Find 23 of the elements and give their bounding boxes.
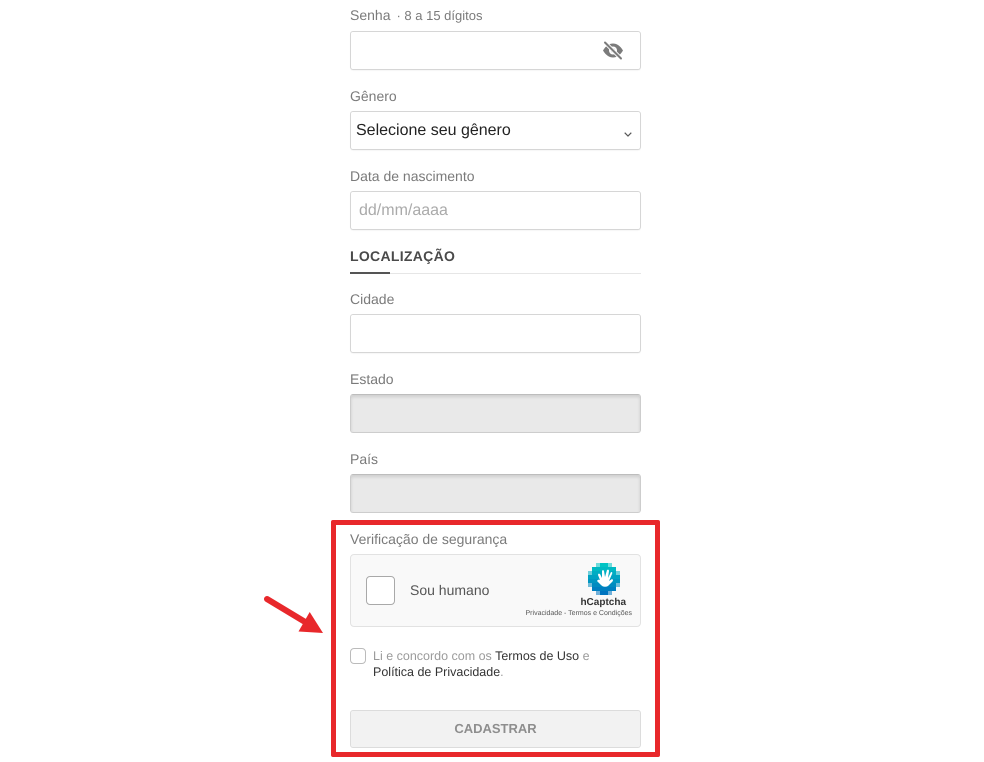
password-field[interactable]	[350, 31, 641, 70]
caret-icon	[624, 132, 632, 137]
input-field[interactable]	[350, 314, 641, 353]
field-label: País	[350, 450, 378, 469]
terms-link[interactable]: Política de Privacidade	[373, 665, 500, 679]
hand-logo-icon	[588, 562, 620, 594]
field-label: Senha	[350, 6, 390, 25]
requirement-hint: · 8 a 15 dígitos	[396, 7, 482, 25]
terms-text: Li e concordo com os Termos de Uso e Política de Privacidade.	[373, 648, 591, 680]
field-label: Cidade	[350, 290, 394, 309]
section-label: Verificação de segurança	[350, 530, 508, 549]
eye-slash-icon[interactable]	[601, 41, 625, 60]
terms-link[interactable]: Termos de Uso	[495, 649, 580, 663]
section-heading: LOCALIZAÇÃO	[350, 248, 456, 264]
field-label: Gênero	[350, 87, 397, 106]
dropdown-field[interactable]: Selecione seu gênero	[350, 111, 641, 150]
captcha-checkbox[interactable]	[366, 576, 395, 605]
input-field[interactable]: dd/mm/aaaa	[350, 191, 641, 230]
terms-checkbox[interactable]	[350, 648, 366, 664]
captcha-brand: hCaptcha	[580, 596, 626, 608]
field-label: Data de nascimento	[350, 167, 475, 186]
captcha-label: Sou humano	[410, 581, 490, 600]
field-label: Estado	[350, 370, 394, 389]
